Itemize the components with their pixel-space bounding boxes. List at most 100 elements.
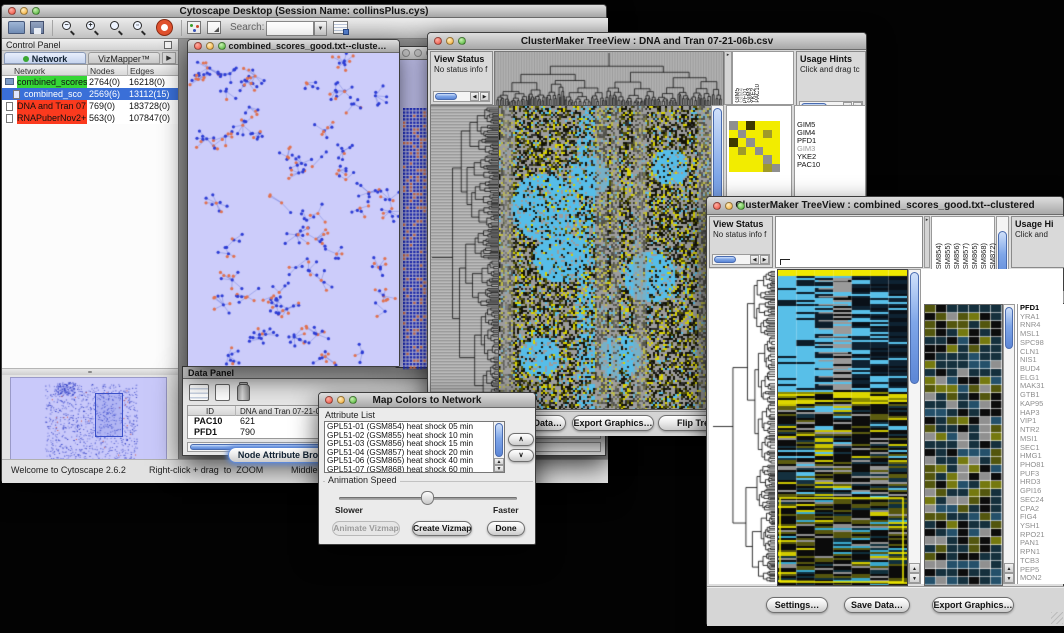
button-save-data-[interactable]: Save Data… [844,597,910,613]
attribute-listbox[interactable]: GPL51-01 (GSM854) heat shock 05 minGPL51… [324,421,505,473]
scrollbar-thumb[interactable] [495,423,503,457]
network-overview-panel[interactable] [10,377,167,463]
create-vizmap-button[interactable]: Create Vizmap [412,521,472,536]
id-column-header[interactable]: ID [206,407,214,416]
gene-label[interactable]: MON2 [1020,574,1064,583]
zoom-out-button[interactable]: − [61,20,76,35]
gene-label[interactable]: SEC24 [1020,496,1064,505]
zoom-in-button[interactable]: + [85,20,100,35]
save-session-button[interactable] [30,21,44,34]
panel-divider[interactable] [2,369,178,375]
search-input[interactable] [266,21,314,36]
animate-vizmap-button[interactable]: Animate Vizmap [332,521,400,536]
gene-label[interactable]: NIS1 [1020,356,1064,365]
gene-label[interactable]: YRA1 [1020,313,1064,322]
gene-label[interactable]: GTB1 [1020,391,1064,400]
annotation-button[interactable] [207,21,221,34]
button-settings-[interactable]: Settings… [766,597,828,613]
col-header-nodes[interactable]: Nodes [90,66,115,76]
move-down-button[interactable]: ∨ [508,449,534,462]
zoom-actual-button[interactable]: ▫ [132,20,147,35]
treeview2-vscrollbar[interactable]: ▲ ▼ [908,269,921,584]
scroll-left-button[interactable]: ◀ [470,92,479,101]
scroll-down-button[interactable]: ▼ [1004,573,1014,583]
minimize-icon[interactable] [337,396,345,404]
zoom-window-icon[interactable] [218,42,226,50]
scroll-left-button[interactable]: ◀ [750,255,759,264]
minimize-icon[interactable] [725,202,733,210]
treeview1-column-dendrogram[interactable] [494,51,724,107]
overview-viewport-rect[interactable] [95,393,123,437]
close-icon[interactable] [194,42,202,50]
attribute-list-scrollbar[interactable]: ▲ ▼ [493,422,504,472]
close-icon[interactable] [434,37,442,45]
close-icon[interactable] [402,49,410,57]
gene-label[interactable]: VIP1 [1020,417,1064,426]
gene-label[interactable]: YSH1 [1020,522,1064,531]
float-panel-icon[interactable] [164,41,172,49]
gene-label[interactable]: SEC1 [1020,444,1064,453]
treeview1-row-dendrogram[interactable] [430,105,500,410]
attribute-select-button[interactable] [189,384,209,401]
network-list-row[interactable]: DNA and Tran 07769(0)183728(0) [2,100,178,112]
network-list-row[interactable]: RNAPuberNov2+I563(0)107847(0) [2,112,178,124]
treeview1-title-bar[interactable]: ClusterMaker TreeView : DNA and Tran 07-… [428,33,866,50]
gene-label[interactable]: MAK31 [1020,382,1064,391]
network1-canvas-area[interactable] [188,53,399,366]
scrollbar-thumb[interactable] [435,93,457,100]
search-dropdown-button[interactable]: ▼ [314,21,327,36]
gene-label[interactable]: CLN1 [1020,348,1064,357]
gene-label[interactable]: HMG1 [1020,452,1064,461]
treeview1-label-strip[interactable]: ▸ [724,51,732,105]
scroll-right-button[interactable]: ▶ [760,255,769,264]
zoom-window-icon[interactable] [349,396,357,404]
network-list-row[interactable]: combined_sco2569(6)13112(15) [2,88,178,100]
minimize-icon[interactable] [446,37,454,45]
gene-label[interactable]: SPC98 [1020,339,1064,348]
gene-label[interactable]: PUF3 [1020,470,1064,479]
gene-label[interactable]: MSL1 [1020,330,1064,339]
scroll-right-button[interactable]: ▶ [480,92,489,101]
view-status-scrollbar[interactable]: ◀ ▶ [712,254,770,265]
minimize-icon[interactable] [20,7,28,15]
animation-slider-thumb[interactable] [421,491,434,505]
gene-label[interactable]: PAN1 [1020,539,1064,548]
resize-grip[interactable] [1051,612,1063,624]
attribute-item[interactable]: GPL51-07 (GSM868) heat shock 60 min [325,466,493,473]
gene-label[interactable]: PAC10 [795,161,865,169]
tab-overflow-button[interactable]: ▶ [162,52,176,64]
help-lifesaver-icon[interactable] [157,20,172,35]
gene-label[interactable]: PHO81 [1020,461,1064,470]
attribute-browser-button[interactable] [333,21,348,34]
open-session-button[interactable] [8,21,25,34]
network-list-row[interactable]: combined_scores2764(0)16218(0) [2,76,178,88]
network-overview-button[interactable] [187,21,201,34]
treeview2-label-strip[interactable]: ▸ [924,216,930,268]
close-icon[interactable] [8,7,16,15]
close-icon[interactable] [713,202,721,210]
scrollbar-thumb[interactable] [714,256,736,263]
gene-label[interactable]: PFD1 [1020,304,1064,313]
treeview2-title-bar[interactable]: ClusterMaker TreeView : combined_scores_… [707,197,1063,215]
gene-label[interactable]: FIG4 [1020,513,1064,522]
treeview2-column-dendrogram[interactable] [775,216,923,268]
new-attribute-button[interactable] [215,384,230,401]
dialog-title-bar[interactable]: Map Colors to Network [319,393,535,408]
treeview1-zoom-heatmap[interactable] [729,121,780,172]
view-status-scrollbar[interactable]: ◀ ▶ [433,91,490,102]
network1-title-bar[interactable]: combined_scores_good.txt--cluste… [188,40,399,53]
zoom-window-icon[interactable] [458,37,466,45]
gene-label[interactable]: CPA2 [1020,505,1064,514]
gene-label[interactable]: GPI16 [1020,487,1064,496]
zoom-fit-button[interactable] [109,20,124,35]
gene-label[interactable]: KAP95 [1020,400,1064,409]
treeview2-zoom-vscrollbar[interactable]: ▲ ▼ [1003,304,1015,584]
minimize-icon[interactable] [414,49,422,57]
close-icon[interactable] [325,396,333,404]
treeview2-row-dendrogram[interactable] [709,269,775,584]
delete-attribute-button[interactable] [237,384,250,401]
value-column-header[interactable]: DNA and Tran 07-21-06( [240,407,327,416]
treeview2-heatmap[interactable] [777,269,908,586]
col-header-edges[interactable]: Edges [130,66,154,76]
done-button[interactable]: Done [487,521,525,536]
